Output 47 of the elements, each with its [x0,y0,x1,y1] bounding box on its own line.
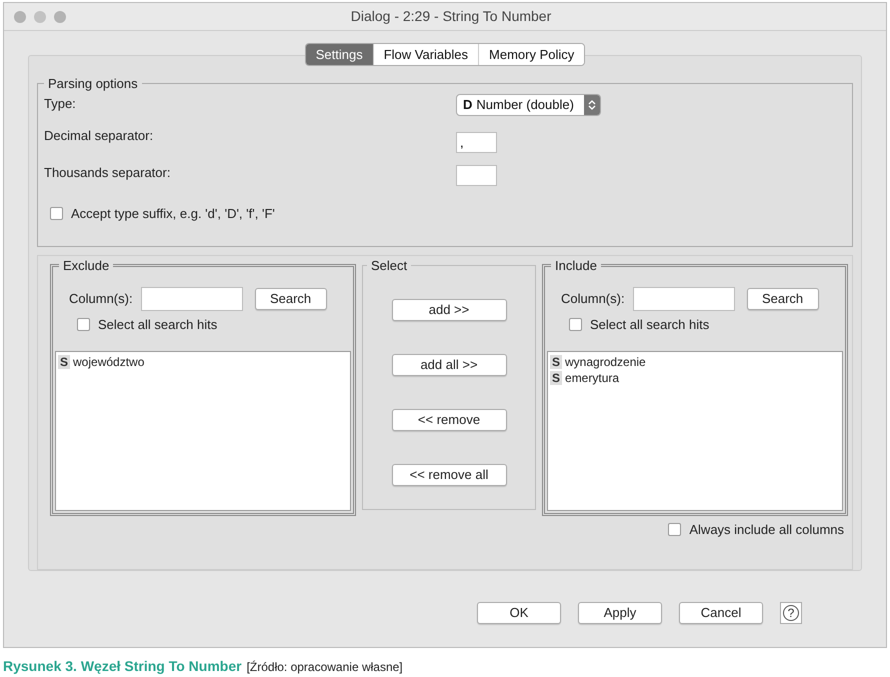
button[interactable]: << remove all [392,464,506,486]
type-badge: S [58,354,70,369]
button[interactable]: Apply [578,602,662,624]
button[interactable]: Search [746,288,819,310]
checkbox-label: Always include all columns [689,520,844,539]
search-field[interactable] [140,287,243,312]
checkbox[interactable] [77,318,90,332]
figure-caption: Rysunek 3. Węzeł String To Number [3,657,242,676]
minimize-icon[interactable] [34,10,46,22]
group-title: Include [554,256,598,275]
close-icon[interactable] [14,10,26,22]
button[interactable]: OK [477,602,561,624]
checkbox[interactable] [50,206,63,220]
caption-source: [Źródło: opracowanie własne] [246,659,403,676]
button[interactable]: Cancel [679,602,763,624]
field-label: Column(s): [561,290,625,308]
type-badge: S [550,370,562,385]
tab[interactable]: Memory Policy [478,44,584,65]
type-badge: S [550,354,562,369]
list-item[interactable]: emerytura [565,368,620,387]
window-title: Dialog - 2:29 - String To Number [350,7,552,26]
list-item[interactable]: województwo [73,352,144,371]
field-label: Thousands separator: [44,164,172,182]
button[interactable]: Search [254,288,327,310]
tab[interactable]: Settings [306,44,373,65]
checkbox[interactable] [668,522,682,536]
group-title: Parsing options [47,75,139,93]
button[interactable]: add all >> [392,354,506,376]
field-label: Type: [44,94,77,113]
text-field[interactable] [456,164,497,186]
updown-icon [588,98,596,110]
checkbox-label: Select all search hits [98,316,218,334]
type-dropdown[interactable]: D Number (double) [456,94,601,116]
field-label: Decimal separator: [44,126,154,145]
field-label: Column(s): [69,290,133,308]
search-field[interactable] [632,287,735,312]
button[interactable]: add >> [392,299,506,322]
checkbox[interactable] [569,318,582,332]
group-title: Select [370,256,408,275]
checkbox-label: Select all search hits [590,316,710,334]
maximize-icon[interactable] [54,10,66,22]
group-title: Exclude [62,256,110,275]
help-button[interactable]: ? [780,602,802,624]
button[interactable]: << remove [392,409,506,432]
text-field[interactable]: , [456,132,497,152]
list-item[interactable]: wynagrodzenie [565,352,646,371]
checkbox-label: Accept type suffix, e.g. 'd', 'D', 'f', 'F' [71,204,275,223]
